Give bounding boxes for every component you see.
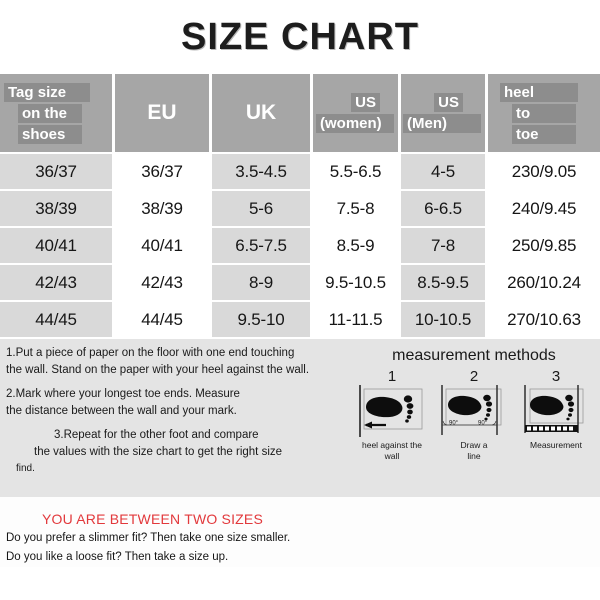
diagram-caption: Draw a line xyxy=(434,440,514,462)
diagram-caption-line: line xyxy=(467,451,481,461)
diagram-caption-line: heel against the xyxy=(361,440,423,450)
cell-heel-toe: 260/10.24 xyxy=(488,265,600,302)
cell-eu: 40/41 xyxy=(115,228,212,265)
header-line: shoes xyxy=(18,124,82,144)
diagram-caption-line: Measurement xyxy=(530,440,582,450)
foot-ruler-icon xyxy=(524,385,584,433)
footer-section: YOU ARE BETWEEN TWO SIZES Do you prefer … xyxy=(0,497,600,567)
cell-tag-size: 44/45 xyxy=(0,302,115,339)
instruction-line: the wall. Stand on the paper with your h… xyxy=(6,363,310,376)
header-heel-to-toe: heel to toe xyxy=(488,74,600,154)
cell-uk: 3.5-4.5 xyxy=(212,154,313,191)
measuring-instructions: 1.Put a piece of paper on the floor with… xyxy=(6,345,336,486)
header-uk: UK xyxy=(212,74,313,154)
instruction-line: 1.Put a piece of paper on the floor with… xyxy=(6,347,295,359)
header-us-women: US (women) xyxy=(313,74,401,154)
table-header-row: Tag size on the shoes EU UK US (women) U… xyxy=(0,74,600,154)
diagram-caption: heel against the wall xyxy=(352,440,432,462)
measurement-methods-title: measurement methods xyxy=(392,347,556,364)
diagram-heel-against-wall: 1 heel against the wall xyxy=(352,369,432,462)
diagram-caption-line: wall xyxy=(384,451,400,461)
cell-us-women: 7.5-8 xyxy=(313,191,401,228)
measurement-methods-section: measurement methods 1 heel against the w… xyxy=(348,339,600,497)
header-line: US xyxy=(351,93,380,112)
page-title: SIZE CHART xyxy=(181,15,419,58)
diagram-measurement: 3 Measurement xyxy=(516,369,596,462)
instruction-line: 3.Repeat for the other foot and compare xyxy=(54,429,259,441)
instruction-step-1: 1.Put a piece of paper on the floor with… xyxy=(6,345,336,378)
instruction-line: the distance between the wall and your m… xyxy=(6,404,237,417)
page-title-bar: SIZE CHART xyxy=(0,0,600,74)
angle-label-right: 90° xyxy=(478,421,488,427)
header-line: heel xyxy=(500,82,578,102)
header-line: (Men) xyxy=(403,114,481,133)
cell-eu: 38/39 xyxy=(115,191,212,228)
header-line: to xyxy=(512,103,576,123)
table-row: 44/45 44/45 9.5-10 11-11.5 10-10.5 270/1… xyxy=(0,302,600,339)
cell-eu: 44/45 xyxy=(115,302,212,339)
header-eu: EU xyxy=(115,74,212,154)
cell-us-women: 11-11.5 xyxy=(313,302,401,339)
instruction-line: 2.Mark where your longest toe ends. Meas… xyxy=(6,388,240,400)
foot-angle-icon: 90° 90° xyxy=(441,385,502,435)
instruction-step-2: 2.Mark where your longest toe ends. Meas… xyxy=(6,386,336,419)
cell-heel-toe: 250/9.85 xyxy=(488,228,600,265)
header-us-men: US (Men) xyxy=(401,74,488,154)
cell-eu: 36/37 xyxy=(115,154,212,191)
angle-label-left: 90° xyxy=(449,421,459,427)
table-row: 40/41 40/41 6.5-7.5 8.5-9 7-8 250/9.85 xyxy=(0,228,600,265)
cell-heel-toe: 230/9.05 xyxy=(488,154,600,191)
table-body: 36/37 36/37 3.5-4.5 5.5-6.5 4-5 230/9.05… xyxy=(0,154,600,339)
diagram-caption: Measurement xyxy=(516,440,596,451)
between-sizes-heading: YOU ARE BETWEEN TWO SIZES xyxy=(42,511,263,527)
diagram-number: 3 xyxy=(551,368,561,385)
cell-us-women: 5.5-6.5 xyxy=(313,154,401,191)
cell-us-women: 9.5-10.5 xyxy=(313,265,401,302)
cell-tag-size: 36/37 xyxy=(0,154,115,191)
header-tag-size: Tag size on the shoes xyxy=(0,74,115,154)
cell-heel-toe: 240/9.45 xyxy=(488,191,600,228)
cell-tag-size: 40/41 xyxy=(0,228,115,265)
cell-eu: 42/43 xyxy=(115,265,212,302)
diagram-number: 2 xyxy=(469,368,479,385)
instruction-line: find. xyxy=(16,463,35,474)
diagram-number: 1 xyxy=(387,368,397,385)
slimmer-fit-note: Do you prefer a slimmer fit? Then take o… xyxy=(6,532,291,544)
table-row: 36/37 36/37 3.5-4.5 5.5-6.5 4-5 230/9.05 xyxy=(0,154,600,191)
cell-uk: 5-6 xyxy=(212,191,313,228)
cell-us-men: 4-5 xyxy=(401,154,488,191)
instruction-line: the values with the size chart to get th… xyxy=(34,445,283,458)
header-line: toe xyxy=(512,124,576,144)
foot-wall-icon xyxy=(359,385,423,437)
header-line: on the xyxy=(18,103,82,123)
size-chart-table: Tag size on the shoes EU UK US (women) U… xyxy=(0,74,600,339)
diagram-row: 1 heel against the wall 2 90° 90° Draw a… xyxy=(348,365,600,462)
diagram-caption-line: Draw a xyxy=(460,440,488,450)
cell-tag-size: 38/39 xyxy=(0,191,115,228)
cell-us-men: 10-10.5 xyxy=(401,302,488,339)
diagram-draw-a-line: 2 90° 90° Draw a line xyxy=(434,369,514,462)
loose-fit-note: Do you like a loose fit? Then take a siz… xyxy=(6,551,229,563)
header-line: (women) xyxy=(316,114,394,133)
header-line: Tag size xyxy=(4,82,90,102)
cell-us-men: 6-6.5 xyxy=(401,191,488,228)
cell-uk: 8-9 xyxy=(212,265,313,302)
cell-us-men: 7-8 xyxy=(401,228,488,265)
cell-us-men: 8.5-9.5 xyxy=(401,265,488,302)
header-line: US xyxy=(434,93,463,112)
table-row: 38/39 38/39 5-6 7.5-8 6-6.5 240/9.45 xyxy=(0,191,600,228)
cell-tag-size: 42/43 xyxy=(0,265,115,302)
cell-uk: 6.5-7.5 xyxy=(212,228,313,265)
cell-uk: 9.5-10 xyxy=(212,302,313,339)
cell-heel-toe: 270/10.63 xyxy=(488,302,600,339)
instructions-band: 1.Put a piece of paper on the floor with… xyxy=(0,339,600,497)
instruction-step-3: 3.Repeat for the other foot and compare … xyxy=(6,427,336,478)
table-row: 42/43 42/43 8-9 9.5-10.5 8.5-9.5 260/10.… xyxy=(0,265,600,302)
cell-us-women: 8.5-9 xyxy=(313,228,401,265)
